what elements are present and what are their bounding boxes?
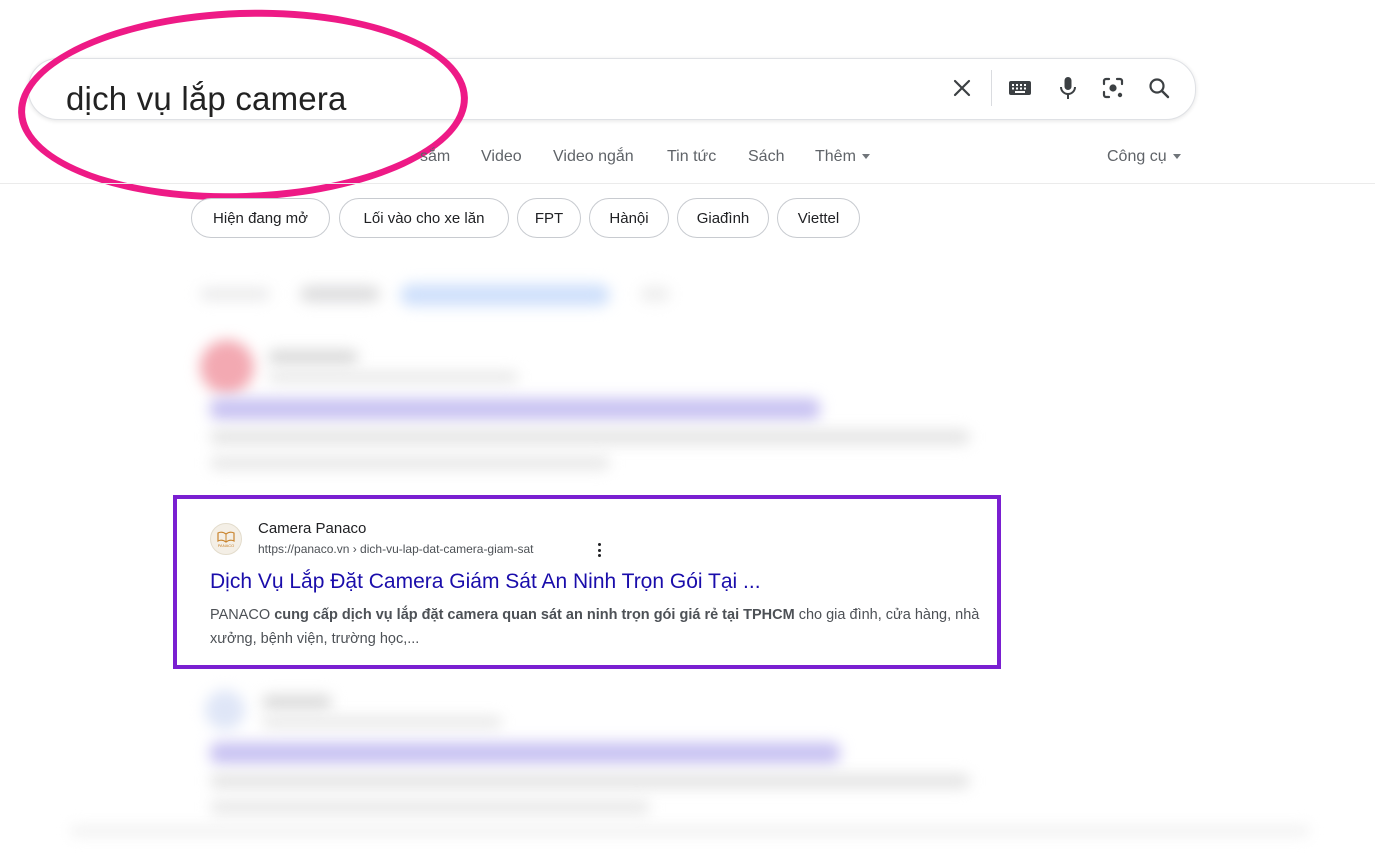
- tab-short-video[interactable]: Video ngắn: [553, 148, 634, 166]
- tools-label: Công cụ: [1107, 148, 1167, 165]
- blurred-text: [70, 826, 1310, 836]
- search-divider: [991, 70, 992, 106]
- blurred-text: [210, 456, 610, 470]
- search-input[interactable]: dịch vụ lắp camera: [66, 80, 347, 118]
- blurred-title: [210, 742, 840, 764]
- clear-icon[interactable]: [946, 72, 978, 104]
- more-options-icon[interactable]: [594, 541, 604, 559]
- tools-button[interactable]: Công cụ: [1107, 148, 1181, 166]
- chip-open-now[interactable]: Hiện đang mở: [191, 198, 330, 238]
- result-title-link[interactable]: Dịch Vụ Lắp Đặt Camera Giám Sát An Ninh …: [210, 570, 761, 594]
- blurred-text: [210, 774, 970, 788]
- tab-shopping[interactable]: sắm: [420, 148, 450, 166]
- chevron-down-icon: [861, 154, 870, 160]
- microphone-icon[interactable]: [1052, 72, 1084, 104]
- blurred-text: [262, 717, 502, 727]
- blurred-text: [268, 372, 518, 382]
- blurred-text: [640, 286, 670, 302]
- keyboard-icon[interactable]: [1004, 72, 1036, 104]
- chevron-down-icon: [1172, 154, 1181, 160]
- chip-wheelchair[interactable]: Lối vào cho xe lăn: [339, 198, 509, 238]
- tab-video[interactable]: Video: [481, 148, 522, 166]
- snippet-bold: cung cấp dịch vụ lắp đặt camera quan sát…: [274, 607, 795, 623]
- chip-viettel[interactable]: Viettel: [777, 198, 860, 238]
- blurred-text: [268, 350, 358, 364]
- tabs-divider: [0, 183, 1375, 184]
- result-url[interactable]: https://panaco.vn › dich-vu-lap-dat-came…: [258, 542, 533, 556]
- lens-icon[interactable]: [1097, 72, 1129, 104]
- blurred-text: [200, 288, 270, 300]
- favicon-logo-text: PANACO: [217, 542, 235, 548]
- site-favicon: PANACO: [210, 523, 242, 555]
- blurred-text: [210, 430, 970, 444]
- result-site-name: Camera Panaco: [258, 520, 367, 537]
- tab-news[interactable]: Tin tức: [667, 148, 716, 166]
- book-logo-icon: [217, 531, 235, 543]
- chip-family[interactable]: Giađình: [677, 198, 769, 238]
- snippet-text: PANACO: [210, 607, 275, 623]
- tab-more[interactable]: Thêm: [815, 148, 870, 166]
- tab-more-label: Thêm: [815, 148, 856, 165]
- blurred-link: [400, 284, 610, 306]
- blurred-text: [210, 800, 650, 814]
- blurred-text: [262, 695, 332, 709]
- tab-books[interactable]: Sách: [748, 148, 784, 166]
- blurred-favicon: [205, 690, 245, 730]
- result-snippet: PANACO cung cấp dịch vụ lắp đặt camera q…: [210, 603, 980, 651]
- blurred-favicon: [200, 340, 254, 394]
- blurred-text: [300, 286, 380, 302]
- search-icon[interactable]: [1143, 72, 1175, 104]
- blurred-title: [210, 398, 820, 420]
- chip-fpt[interactable]: FPT: [517, 198, 581, 238]
- chip-hanoi[interactable]: Hànội: [589, 198, 669, 238]
